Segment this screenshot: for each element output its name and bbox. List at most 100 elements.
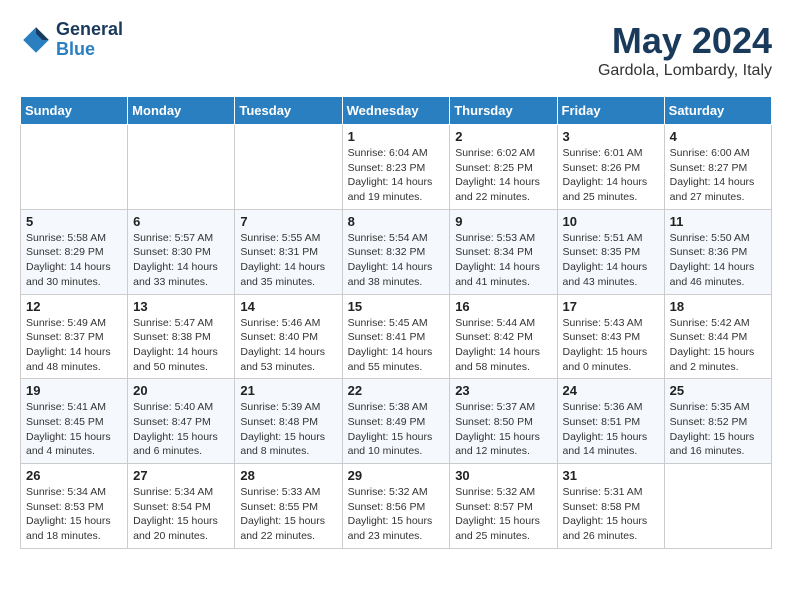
- calendar-day-cell: 28 Sunrise: 5:33 AM Sunset: 8:55 PM Dayli…: [235, 464, 342, 549]
- calendar-day-cell: 16Sunrise: 5:44 AM Sunset: 8:42 PM Dayli…: [450, 294, 557, 379]
- calendar-day-cell: 22 Sunrise: 5:38 AM Sunset: 8:49 PM Dayli…: [342, 379, 450, 464]
- day-number: 12: [26, 299, 122, 314]
- calendar-day-cell: [664, 464, 771, 549]
- day-number: 14: [240, 299, 336, 314]
- logo: General Blue: [20, 20, 123, 60]
- day-number: 1: [348, 129, 445, 144]
- weekday-header: Saturday: [664, 97, 771, 125]
- day-number: 25: [670, 383, 766, 398]
- day-info: Sunrise: 5:47 AM Sunset: 8:38 PM Dayligh…: [133, 316, 229, 375]
- day-number: 20: [133, 383, 229, 398]
- logo-line2: Blue: [56, 40, 123, 60]
- calendar-day-cell: 6 Sunrise: 5:57 AM Sunset: 8:30 PM Daylig…: [128, 209, 235, 294]
- calendar-day-cell: 2 Sunrise: 6:02 AM Sunset: 8:25 PM Daylig…: [450, 125, 557, 210]
- day-number: 31: [563, 468, 659, 483]
- day-number: 13: [133, 299, 229, 314]
- day-number: 11: [670, 214, 766, 229]
- day-number: 4: [670, 129, 766, 144]
- day-info: Sunrise: 5:37 AM Sunset: 8:50 PM Dayligh…: [455, 400, 551, 459]
- day-info: Sunrise: 5:40 AM Sunset: 8:47 PM Dayligh…: [133, 400, 229, 459]
- day-number: 18: [670, 299, 766, 314]
- calendar-week-row: 12 Sunrise: 5:49 AM Sunset: 8:37 PM Dayli…: [21, 294, 772, 379]
- calendar-day-cell: 20 Sunrise: 5:40 AM Sunset: 8:47 PM Dayli…: [128, 379, 235, 464]
- day-number: 6: [133, 214, 229, 229]
- logo-icon: [20, 24, 52, 56]
- calendar-week-row: 1 Sunrise: 6:04 AM Sunset: 8:23 PM Daylig…: [21, 125, 772, 210]
- month-title: May 2024: [598, 20, 772, 62]
- day-number: 19: [26, 383, 122, 398]
- day-number: 2: [455, 129, 551, 144]
- day-info: Sunrise: 5:54 AM Sunset: 8:32 PM Dayligh…: [348, 231, 445, 290]
- calendar-day-cell: 18 Sunrise: 5:42 AM Sunset: 8:44 PM Dayli…: [664, 294, 771, 379]
- calendar-day-cell: 17 Sunrise: 5:43 AM Sunset: 8:43 PM Dayli…: [557, 294, 664, 379]
- title-block: May 2024 Gardola, Lombardy, Italy: [598, 20, 772, 80]
- weekday-header: Thursday: [450, 97, 557, 125]
- day-info: Sunrise: 5:42 AM Sunset: 8:44 PM Dayligh…: [670, 316, 766, 375]
- calendar-day-cell: 26Sunrise: 5:34 AM Sunset: 8:53 PM Dayli…: [21, 464, 128, 549]
- weekday-header: Tuesday: [235, 97, 342, 125]
- weekday-header: Sunday: [21, 97, 128, 125]
- day-number: 7: [240, 214, 336, 229]
- day-info: Sunrise: 5:41 AM Sunset: 8:45 PM Dayligh…: [26, 400, 122, 459]
- calendar-day-cell: 3 Sunrise: 6:01 AM Sunset: 8:26 PM Daylig…: [557, 125, 664, 210]
- day-info: Sunrise: 5:34 AM Sunset: 8:54 PM Dayligh…: [133, 485, 229, 544]
- day-info: Sunrise: 5:49 AM Sunset: 8:37 PM Dayligh…: [26, 316, 122, 375]
- day-info: Sunrise: 5:50 AM Sunset: 8:36 PM Dayligh…: [670, 231, 766, 290]
- day-number: 22: [348, 383, 445, 398]
- day-info: Sunrise: 5:51 AM Sunset: 8:35 PM Dayligh…: [563, 231, 659, 290]
- calendar-day-cell: 13 Sunrise: 5:47 AM Sunset: 8:38 PM Dayli…: [128, 294, 235, 379]
- day-info: Sunrise: 6:01 AM Sunset: 8:26 PM Dayligh…: [563, 146, 659, 205]
- day-info: Sunrise: 5:39 AM Sunset: 8:48 PM Dayligh…: [240, 400, 336, 459]
- day-info: Sunrise: 5:38 AM Sunset: 8:49 PM Dayligh…: [348, 400, 445, 459]
- calendar-day-cell: 14Sunrise: 5:46 AM Sunset: 8:40 PM Dayli…: [235, 294, 342, 379]
- location: Gardola, Lombardy, Italy: [598, 62, 772, 80]
- day-number: 23: [455, 383, 551, 398]
- calendar-day-cell: 12 Sunrise: 5:49 AM Sunset: 8:37 PM Dayli…: [21, 294, 128, 379]
- calendar-day-cell: 24 Sunrise: 5:36 AM Sunset: 8:51 PM Dayli…: [557, 379, 664, 464]
- calendar-day-cell: 8Sunrise: 5:54 AM Sunset: 8:32 PM Daylig…: [342, 209, 450, 294]
- calendar-day-cell: 4 Sunrise: 6:00 AM Sunset: 8:27 PM Daylig…: [664, 125, 771, 210]
- day-number: 21: [240, 383, 336, 398]
- calendar-week-row: 5Sunrise: 5:58 AM Sunset: 8:29 PM Daylig…: [21, 209, 772, 294]
- day-number: 28: [240, 468, 336, 483]
- day-info: Sunrise: 5:45 AM Sunset: 8:41 PM Dayligh…: [348, 316, 445, 375]
- calendar-day-cell: [128, 125, 235, 210]
- calendar-day-cell: 21 Sunrise: 5:39 AM Sunset: 8:48 PM Dayli…: [235, 379, 342, 464]
- calendar-day-cell: 30 Sunrise: 5:32 AM Sunset: 8:57 PM Dayli…: [450, 464, 557, 549]
- logo-line1: General: [56, 20, 123, 40]
- day-info: Sunrise: 5:57 AM Sunset: 8:30 PM Dayligh…: [133, 231, 229, 290]
- day-info: Sunrise: 6:02 AM Sunset: 8:25 PM Dayligh…: [455, 146, 551, 205]
- calendar-day-cell: 31 Sunrise: 5:31 AM Sunset: 8:58 PM Dayli…: [557, 464, 664, 549]
- calendar-table: SundayMondayTuesdayWednesdayThursdayFrid…: [20, 96, 772, 549]
- day-number: 24: [563, 383, 659, 398]
- day-number: 17: [563, 299, 659, 314]
- calendar-day-cell: 15 Sunrise: 5:45 AM Sunset: 8:41 PM Dayli…: [342, 294, 450, 379]
- day-number: 30: [455, 468, 551, 483]
- day-number: 3: [563, 129, 659, 144]
- page-header: General Blue May 2024 Gardola, Lombardy,…: [20, 20, 772, 80]
- day-number: 26: [26, 468, 122, 483]
- calendar-header-row: SundayMondayTuesdayWednesdayThursdayFrid…: [21, 97, 772, 125]
- calendar-day-cell: 23 Sunrise: 5:37 AM Sunset: 8:50 PM Dayli…: [450, 379, 557, 464]
- calendar-day-cell: 7Sunrise: 5:55 AM Sunset: 8:31 PM Daylig…: [235, 209, 342, 294]
- day-info: Sunrise: 6:00 AM Sunset: 8:27 PM Dayligh…: [670, 146, 766, 205]
- calendar-day-cell: 10Sunrise: 5:51 AM Sunset: 8:35 PM Dayli…: [557, 209, 664, 294]
- day-info: Sunrise: 5:36 AM Sunset: 8:51 PM Dayligh…: [563, 400, 659, 459]
- day-info: Sunrise: 5:33 AM Sunset: 8:55 PM Dayligh…: [240, 485, 336, 544]
- calendar-week-row: 19 Sunrise: 5:41 AM Sunset: 8:45 PM Dayli…: [21, 379, 772, 464]
- day-info: Sunrise: 6:04 AM Sunset: 8:23 PM Dayligh…: [348, 146, 445, 205]
- weekday-header: Wednesday: [342, 97, 450, 125]
- day-info: Sunrise: 5:31 AM Sunset: 8:58 PM Dayligh…: [563, 485, 659, 544]
- calendar-day-cell: 27 Sunrise: 5:34 AM Sunset: 8:54 PM Dayli…: [128, 464, 235, 549]
- day-number: 29: [348, 468, 445, 483]
- day-info: Sunrise: 5:43 AM Sunset: 8:43 PM Dayligh…: [563, 316, 659, 375]
- calendar-day-cell: 19 Sunrise: 5:41 AM Sunset: 8:45 PM Dayli…: [21, 379, 128, 464]
- calendar-day-cell: 1 Sunrise: 6:04 AM Sunset: 8:23 PM Daylig…: [342, 125, 450, 210]
- day-info: Sunrise: 5:35 AM Sunset: 8:52 PM Dayligh…: [670, 400, 766, 459]
- day-info: Sunrise: 5:32 AM Sunset: 8:57 PM Dayligh…: [455, 485, 551, 544]
- day-number: 9: [455, 214, 551, 229]
- calendar-day-cell: [21, 125, 128, 210]
- day-number: 15: [348, 299, 445, 314]
- day-number: 27: [133, 468, 229, 483]
- day-number: 16: [455, 299, 551, 314]
